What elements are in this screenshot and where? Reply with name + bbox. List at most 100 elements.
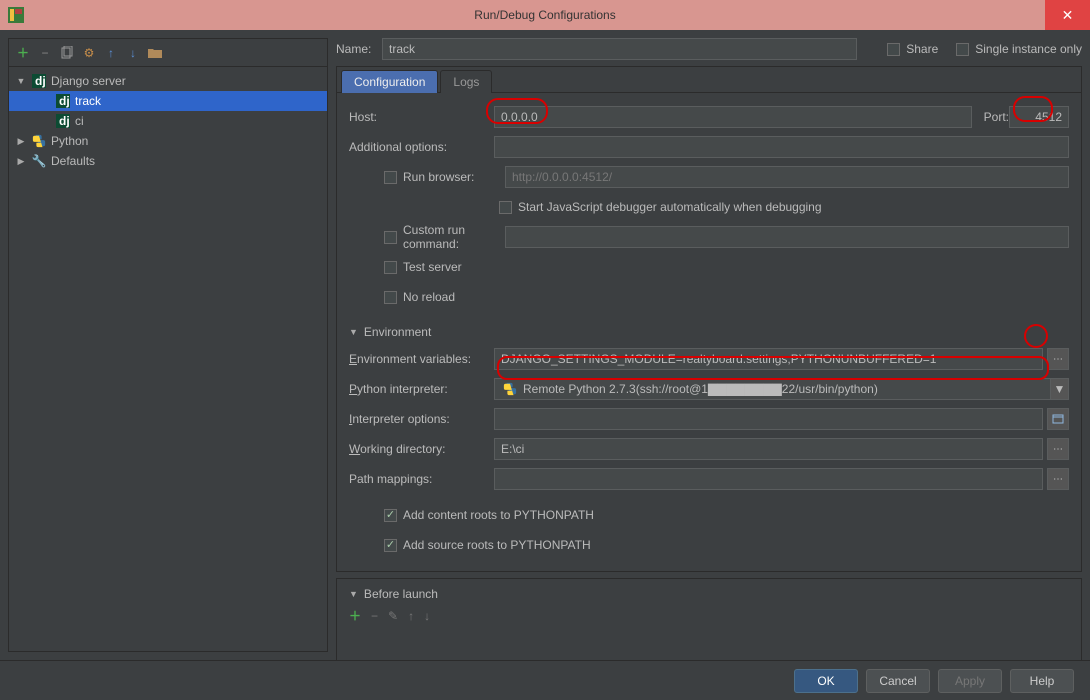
window-title: Run/Debug Configurations <box>474 8 615 22</box>
custom-run-input[interactable] <box>505 226 1069 248</box>
window-titlebar: Run/Debug Configurations ✕ <box>0 0 1090 30</box>
before-launch-header[interactable]: ▼ Before launch <box>349 587 1069 601</box>
svg-text:dj: dj <box>59 114 70 128</box>
django-icon: dj <box>55 113 71 129</box>
chevron-down-icon: ▼ <box>1050 379 1068 399</box>
before-launch-list[interactable] <box>349 624 1069 652</box>
tree-label: Django server <box>51 74 126 88</box>
add-config-button[interactable]: ＋ <box>15 45 31 61</box>
path-map-label: Path mappings: <box>349 472 494 486</box>
bl-up-button[interactable]: ↑ <box>408 609 414 623</box>
custom-run-label: Custom run command: <box>403 223 501 251</box>
environment-section-header[interactable]: ▼ Environment <box>349 325 1069 339</box>
addl-options-input[interactable] <box>494 136 1069 158</box>
single-instance-checkbox[interactable]: Single instance only <box>956 42 1082 56</box>
bl-add-button[interactable]: ＋ <box>349 607 361 624</box>
host-input[interactable] <box>494 106 972 128</box>
tree-node-python[interactable]: ▶ Python <box>9 131 327 151</box>
apply-button[interactable]: Apply <box>938 669 1002 693</box>
help-button[interactable]: Help <box>1010 669 1074 693</box>
name-label: Name: <box>336 42 372 56</box>
before-launch-panel: ▼ Before launch ＋ − ✎ ↑ ↓ <box>336 578 1082 661</box>
env-vars-label: Environment variables: <box>349 352 494 366</box>
workdir-label: Working directory: <box>349 442 494 456</box>
test-server-checkbox[interactable]: Test server <box>384 260 462 274</box>
move-down-button[interactable]: ↓ <box>125 45 141 61</box>
run-browser-label: Run browser: <box>403 170 501 184</box>
single-instance-label: Single instance only <box>975 42 1082 56</box>
config-tabs: Configuration Logs <box>337 67 1081 93</box>
workdir-browse-button[interactable]: ⋯ <box>1047 438 1069 460</box>
interp-opts-label: Interpreter options: <box>349 412 494 426</box>
addl-options-label: Additional options: <box>349 140 494 154</box>
bl-edit-button[interactable]: ✎ <box>388 609 398 623</box>
settings-icon[interactable]: ⚙ <box>81 45 97 61</box>
js-debugger-label: Start JavaScript debugger automatically … <box>518 200 822 214</box>
copy-config-button[interactable] <box>59 45 75 61</box>
env-vars-input[interactable] <box>494 348 1043 370</box>
cancel-button[interactable]: Cancel <box>866 669 930 693</box>
python-icon <box>503 382 517 396</box>
host-label: Host: <box>349 110 494 124</box>
svg-text:dj: dj <box>35 74 46 88</box>
add-content-roots-checkbox[interactable]: Add content roots to PYTHONPATH <box>384 508 594 522</box>
run-browser-checkbox[interactable]: Run browser: <box>384 170 501 184</box>
ok-button[interactable]: OK <box>794 669 858 693</box>
tab-configuration[interactable]: Configuration <box>341 70 438 93</box>
config-form-pane: Name: Share Single instance only Configu… <box>336 38 1082 652</box>
tree-label: track <box>75 94 101 108</box>
remove-config-button[interactable]: − <box>37 45 53 61</box>
bl-down-button[interactable]: ↓ <box>424 609 430 623</box>
add-source-roots-checkbox[interactable]: Add source roots to PYTHONPATH <box>384 538 591 552</box>
tree-label: ci <box>75 114 84 128</box>
share-label: Share <box>906 42 938 56</box>
tree-toolbar: ＋ − ⚙ ↑ ↓ <box>9 39 327 67</box>
interpreter-value: Remote Python 2.7.3(ssh://root@1▇▇▇▇▇▇▇▇… <box>523 382 878 396</box>
tree-node-ci[interactable]: dj ci <box>9 111 327 131</box>
port-input[interactable] <box>1009 106 1069 128</box>
expand-icon[interactable]: ▶ <box>15 136 27 147</box>
port-label: Port: <box>984 110 1009 124</box>
add-content-roots-label: Add content roots to PYTHONPATH <box>403 508 594 522</box>
tree-label: Python <box>51 134 88 148</box>
js-debugger-checkbox[interactable]: Start JavaScript debugger automatically … <box>499 200 822 214</box>
collapse-icon: ▼ <box>349 327 358 337</box>
dialog-footer: OK Cancel Apply Help <box>0 660 1090 700</box>
folder-icon[interactable] <box>147 45 163 61</box>
bl-remove-button[interactable]: − <box>371 609 378 623</box>
wrench-icon: 🔧 <box>31 153 47 169</box>
interpreter-label: Python interpreter: <box>349 382 494 396</box>
before-launch-label: Before launch <box>364 587 438 601</box>
django-icon: dj <box>55 93 71 109</box>
interp-opts-input[interactable] <box>494 408 1043 430</box>
name-input[interactable] <box>382 38 857 60</box>
config-tree-pane: ＋ − ⚙ ↑ ↓ ▼ dj Django server dj track dj… <box>8 38 328 652</box>
custom-run-checkbox[interactable]: Custom run command: <box>384 223 501 251</box>
no-reload-label: No reload <box>403 290 455 304</box>
environment-label: Environment <box>364 325 431 339</box>
no-reload-checkbox[interactable]: No reload <box>384 290 455 304</box>
share-checkbox[interactable]: Share <box>887 42 938 56</box>
move-up-button[interactable]: ↑ <box>103 45 119 61</box>
python-icon <box>31 133 47 149</box>
interpreter-select[interactable]: Remote Python 2.7.3(ssh://root@1▇▇▇▇▇▇▇▇… <box>494 378 1069 400</box>
expand-field-button[interactable] <box>1047 408 1069 430</box>
add-source-roots-label: Add source roots to PYTHONPATH <box>403 538 591 552</box>
collapse-icon: ▼ <box>349 589 358 599</box>
path-map-input[interactable] <box>494 468 1043 490</box>
browser-url-input[interactable] <box>505 166 1069 188</box>
tree-label: Defaults <box>51 154 95 168</box>
django-icon: dj <box>31 73 47 89</box>
expand-icon[interactable]: ▼ <box>15 76 27 86</box>
close-button[interactable]: ✕ <box>1045 0 1090 30</box>
env-vars-browse-button[interactable]: ⋯ <box>1047 348 1069 370</box>
config-tree[interactable]: ▼ dj Django server dj track dj ci ▶ Pyth… <box>9 67 327 651</box>
expand-icon[interactable]: ▶ <box>15 156 27 167</box>
workdir-input[interactable] <box>494 438 1043 460</box>
path-map-browse-button[interactable]: ⋯ <box>1047 468 1069 490</box>
svg-text:dj: dj <box>59 94 70 108</box>
tree-node-defaults[interactable]: ▶ 🔧 Defaults <box>9 151 327 171</box>
tree-node-track[interactable]: dj track <box>9 91 327 111</box>
tree-node-django-server[interactable]: ▼ dj Django server <box>9 71 327 91</box>
tab-logs[interactable]: Logs <box>440 70 492 93</box>
